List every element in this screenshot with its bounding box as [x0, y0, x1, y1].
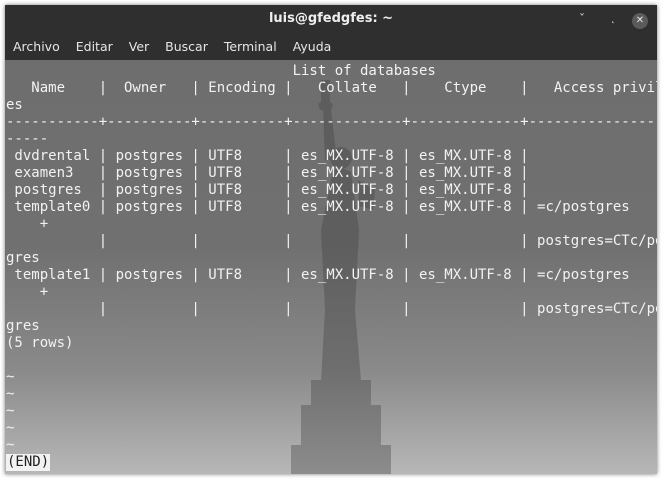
terminal-line: ~ — [6, 386, 15, 402]
menu-buscar[interactable]: Buscar — [157, 39, 216, 54]
terminal-line: ~ — [6, 420, 15, 436]
terminal-line: ----- — [6, 131, 49, 147]
terminal-line: gres — [6, 318, 40, 334]
terminal-line: + — [6, 216, 49, 232]
terminal-line: dvdrental | postgres | UTF8 | es_MX.UTF-… — [6, 148, 538, 164]
terminal-line: -----------+----------+----------+------… — [6, 114, 657, 130]
menu-terminal[interactable]: Terminal — [216, 39, 285, 54]
terminal-line: (5 rows) — [6, 335, 74, 351]
pager-end-marker: (END) — [6, 454, 51, 471]
menu-bar: Archivo Editar Ver Buscar Terminal Ayuda — [5, 32, 657, 60]
terminal-line: List of databases — [6, 63, 436, 79]
terminal-line: es — [6, 97, 23, 113]
menu-editar[interactable]: Editar — [68, 39, 121, 54]
terminal-line: template0 | postgres | UTF8 | es_MX.UTF-… — [6, 199, 630, 215]
terminal-window: luis@gfedgfes: ~ ˇ ˛ ✕ Archivo Editar Ve… — [5, 5, 657, 474]
terminal-line: + — [6, 284, 49, 300]
menu-ayuda[interactable]: Ayuda — [285, 39, 340, 54]
close-icon[interactable]: ✕ — [630, 9, 650, 29]
terminal-line: template1 | postgres | UTF8 | es_MX.UTF-… — [6, 267, 630, 283]
menu-archivo[interactable]: Archivo — [5, 39, 68, 54]
terminal-line: Name | Owner | Encoding | Collate | Ctyp… — [6, 80, 657, 96]
title-bar[interactable]: luis@gfedgfes: ~ ˇ ˛ ✕ — [5, 5, 657, 32]
terminal-line: ~ — [6, 437, 15, 453]
terminal-line: ~ — [6, 403, 15, 419]
terminal-line: postgres | postgres | UTF8 | es_MX.UTF-8… — [6, 182, 538, 198]
window-title: luis@gfedgfes: ~ — [268, 11, 394, 26]
terminal-line: gres — [6, 250, 40, 266]
maximize-icon[interactable]: ˛ — [603, 9, 623, 29]
terminal-area[interactable]: List of databases Name | Owner | Encodin… — [5, 60, 657, 474]
terminal-line: examen3 | postgres | UTF8 | es_MX.UTF-8 … — [6, 165, 538, 181]
terminal-line: | | | | | postgres=CTc/post — [6, 233, 657, 249]
minimize-icon[interactable]: ˇ — [572, 9, 592, 29]
terminal-line: ~ — [6, 369, 15, 385]
terminal-output: List of databases Name | Owner | Encodin… — [6, 63, 657, 471]
terminal-line: | | | | | postgres=CTc/post — [6, 301, 657, 317]
menu-ver[interactable]: Ver — [121, 39, 157, 54]
